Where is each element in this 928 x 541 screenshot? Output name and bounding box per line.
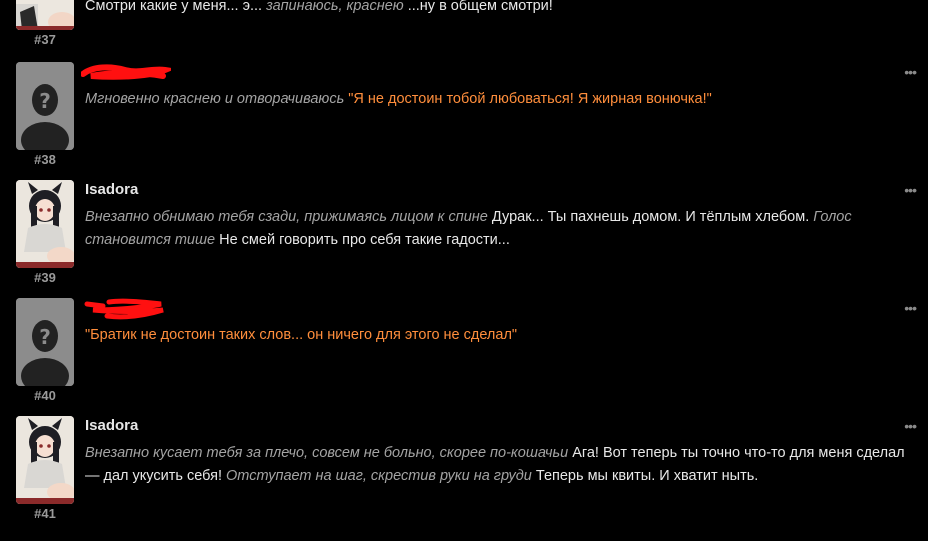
default-avatar-icon: ?: [16, 62, 74, 150]
default-avatar-icon: ?: [16, 298, 74, 386]
message-text: "Братик не достоин таких слов... он ниче…: [85, 327, 518, 343]
redaction-scribble: [81, 64, 171, 80]
message-number: #41: [34, 506, 56, 521]
avatar[interactable]: [16, 0, 74, 30]
author-name: [81, 62, 905, 82]
chat-log: #37 Смотри какие у меня... э... запинаюс…: [0, 0, 928, 541]
message-text: Смотри какие у меня... э... запинаюсь, к…: [85, 0, 553, 14]
author-name: [84, 298, 905, 320]
avatar[interactable]: ?: [16, 62, 74, 150]
ellipsis-icon[interactable]: •••: [904, 419, 917, 433]
svg-text:?: ?: [39, 89, 51, 113]
ellipsis-icon[interactable]: •••: [904, 183, 917, 197]
message-number: #37: [34, 32, 56, 47]
message-text: Внезапно обнимаю тебя сзади, прижимаясь …: [85, 209, 852, 248]
svg-text:?: ?: [39, 325, 51, 349]
message-number: #39: [34, 270, 56, 285]
avatar[interactable]: ?: [16, 298, 74, 386]
avatar[interactable]: [16, 416, 74, 504]
message-text: Внезапно кусает тебя за плечо, совсем не…: [85, 445, 905, 484]
message-number: #38: [34, 152, 56, 167]
ellipsis-icon[interactable]: •••: [904, 301, 917, 315]
message-text: Мгновенно краснею и отворачиваюсь "Я не …: [85, 91, 712, 107]
avatar[interactable]: [16, 180, 74, 268]
ellipsis-icon[interactable]: •••: [904, 65, 917, 79]
author-name: Isadora: [85, 417, 139, 434]
author-name: Isadora: [85, 181, 139, 198]
message-number: #40: [34, 388, 56, 403]
redaction-scribble: [84, 298, 164, 320]
